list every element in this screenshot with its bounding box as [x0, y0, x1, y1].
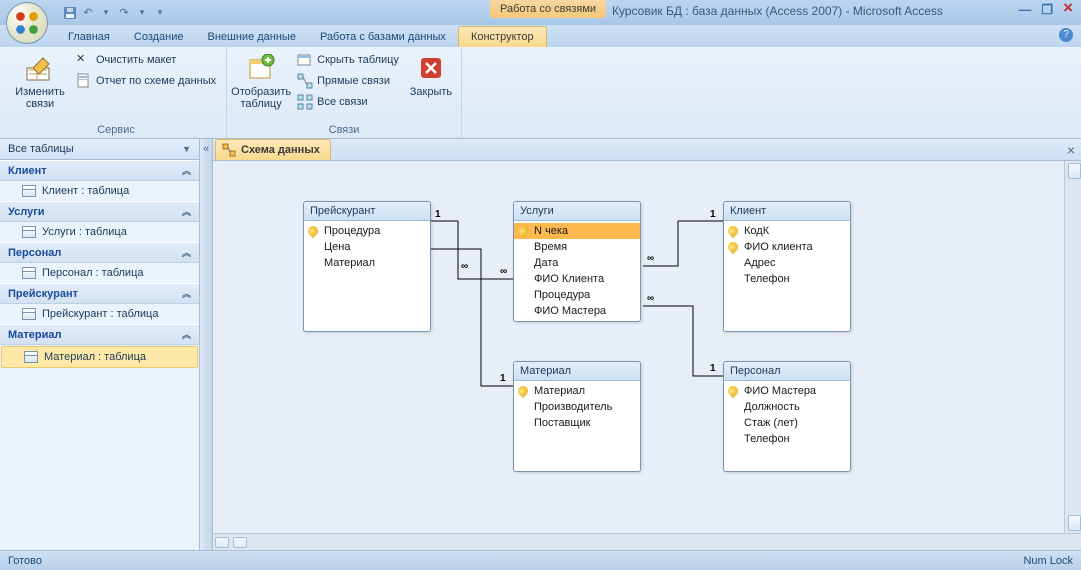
nav-group-personal[interactable]: Персонал︽ — [0, 242, 199, 263]
field-fiomastera[interactable]: ФИО Мастера — [514, 303, 640, 319]
field-proizvoditel[interactable]: Производитель — [514, 399, 640, 415]
cardinality-1: 1 — [435, 209, 441, 220]
table-header[interactable]: Клиент — [724, 202, 850, 221]
undo-icon[interactable]: ↶ — [80, 5, 96, 21]
direct-relationships-button[interactable]: Прямые связи — [293, 71, 403, 91]
table-preiskurant[interactable]: Прейскурант Процедура Цена Материал — [303, 201, 431, 332]
qat-customize-icon[interactable]: ▾ — [152, 5, 168, 21]
nav-group-material[interactable]: Материал︽ — [0, 324, 199, 345]
table-icon — [22, 226, 36, 238]
field-fioklienta[interactable]: ФИО клиента — [724, 239, 850, 255]
ribbon-group-service: Сервис — [12, 122, 220, 138]
hide-table-button[interactable]: Скрыть таблицу — [293, 50, 403, 70]
relationships-canvas[interactable]: 1 ∞ ∞ 1 ∞ 1 ∞ 1 Прейскурант Процедура Це… — [213, 161, 1081, 550]
field-procedura[interactable]: Процедура — [514, 287, 640, 303]
cardinality-inf: ∞ — [647, 293, 654, 304]
redo-icon[interactable]: ↷ — [116, 5, 132, 21]
table-personal[interactable]: Персонал ФИО Мастера Должность Стаж (лет… — [723, 361, 851, 472]
table-header[interactable]: Персонал — [724, 362, 850, 381]
table-icon — [22, 185, 36, 197]
table-icon — [22, 267, 36, 279]
cardinality-inf: ∞ — [500, 266, 507, 277]
table-icon — [24, 351, 38, 363]
vertical-scrollbar[interactable] — [1064, 161, 1081, 533]
close-button[interactable]: × — [1063, 2, 1073, 18]
office-button[interactable] — [6, 2, 48, 44]
field-fiomastera[interactable]: ФИО Мастера — [724, 383, 850, 399]
field-dolzhnost[interactable]: Должность — [724, 399, 850, 415]
quick-access-toolbar: ↶ ▾ ↷ ▾ ▾ — [56, 1, 174, 24]
nav-item-preiskurant[interactable]: Прейскурант : таблица — [0, 304, 199, 324]
tab-design[interactable]: Конструктор — [458, 26, 547, 47]
field-fioklienta[interactable]: ФИО Клиента — [514, 271, 640, 287]
nav-item-uslugi[interactable]: Услуги : таблица — [0, 222, 199, 242]
status-ready: Готово — [8, 555, 42, 567]
field-telefon[interactable]: Телефон — [724, 431, 850, 447]
save-icon[interactable] — [62, 5, 78, 21]
field-material[interactable]: Материал — [514, 383, 640, 399]
doc-tab-schema[interactable]: Схема данных — [215, 139, 331, 160]
restore-button[interactable]: ❐ — [1041, 2, 1053, 18]
field-adres[interactable]: Адрес — [724, 255, 850, 271]
edit-relationships-button[interactable]: Изменить связи — [12, 50, 68, 122]
status-bar: Готово Num Lock — [0, 550, 1081, 570]
cardinality-inf: ∞ — [647, 253, 654, 264]
help-icon[interactable]: ? — [1059, 28, 1073, 42]
table-klient[interactable]: Клиент КодК ФИО клиента Адрес Телефон — [723, 201, 851, 332]
field-postavshik[interactable]: Поставщик — [514, 415, 640, 431]
tab-external[interactable]: Внешние данные — [196, 27, 308, 47]
clear-layout-button[interactable]: ✕Очистить макет — [72, 50, 220, 70]
doc-close-button[interactable]: × — [1067, 142, 1075, 158]
show-table-button[interactable]: Отобразить таблицу — [233, 50, 289, 122]
redo-dropdown-icon[interactable]: ▾ — [134, 5, 150, 21]
title-bar: ↶ ▾ ↷ ▾ ▾ Работа со связями Курсовик БД … — [0, 0, 1081, 25]
status-numlock: Num Lock — [1023, 555, 1073, 567]
field-data[interactable]: Дата — [514, 255, 640, 271]
field-vremya[interactable]: Время — [514, 239, 640, 255]
nav-item-personal[interactable]: Персонал : таблица — [0, 263, 199, 283]
field-procedura[interactable]: Процедура — [304, 223, 430, 239]
horizontal-scrollbar[interactable] — [213, 533, 1081, 550]
cardinality-1: 1 — [710, 363, 716, 374]
tab-create[interactable]: Создание — [122, 27, 196, 47]
nav-group-preiskurant[interactable]: Прейскурант︽ — [0, 283, 199, 304]
table-uslugi[interactable]: Услуги N чека Время Дата ФИО Клиента Про… — [513, 201, 641, 322]
table-header[interactable]: Материал — [514, 362, 640, 381]
cardinality-inf: ∞ — [461, 261, 468, 272]
nav-group-klient[interactable]: Клиент︽ — [0, 160, 199, 181]
undo-dropdown-icon[interactable]: ▾ — [98, 5, 114, 21]
minimize-button[interactable]: — — [1018, 2, 1031, 18]
field-cena[interactable]: Цена — [304, 239, 430, 255]
nav-shutter-button[interactable]: « — [200, 139, 213, 550]
relationship-report-button[interactable]: Отчет по схеме данных — [72, 71, 220, 91]
table-material[interactable]: Материал Материал Производитель Поставщи… — [513, 361, 641, 472]
navigation-pane: Все таблицы▼ Клиент︽ Клиент : таблица Ус… — [0, 139, 200, 550]
field-material[interactable]: Материал — [304, 255, 430, 271]
ribbon-tab-row: Главная Создание Внешние данные Работа с… — [0, 25, 1081, 47]
nav-item-material[interactable]: Материал : таблица — [1, 346, 198, 368]
field-telefon[interactable]: Телефон — [724, 271, 850, 287]
ribbon: Изменить связи ✕Очистить макет Отчет по … — [0, 47, 1081, 139]
cardinality-1: 1 — [710, 209, 716, 220]
relationships-icon — [222, 143, 236, 157]
nav-group-uslugi[interactable]: Услуги︽ — [0, 201, 199, 222]
contextual-tab-label: Работа со связями — [490, 0, 606, 18]
ribbon-group-relationships: Связи — [233, 122, 455, 138]
tab-dbtools[interactable]: Работа с базами данных — [308, 27, 458, 47]
document-tab-bar: Схема данных × — [213, 139, 1081, 161]
field-kodk[interactable]: КодК — [724, 223, 850, 239]
nav-item-klient[interactable]: Клиент : таблица — [0, 181, 199, 201]
field-stazh[interactable]: Стаж (лет) — [724, 415, 850, 431]
cardinality-1: 1 — [500, 373, 506, 384]
nav-pane-header[interactable]: Все таблицы▼ — [0, 139, 199, 160]
tab-home[interactable]: Главная — [56, 27, 122, 47]
table-header[interactable]: Услуги — [514, 202, 640, 221]
all-relationships-button[interactable]: Все связи — [293, 92, 403, 112]
field-ncheka[interactable]: N чека — [514, 223, 640, 239]
close-relationships-button[interactable]: Закрыть — [407, 50, 455, 122]
table-header[interactable]: Прейскурант — [304, 202, 430, 221]
window-title: Курсовик БД : база данных (Access 2007) … — [612, 4, 943, 18]
table-icon — [22, 308, 36, 320]
